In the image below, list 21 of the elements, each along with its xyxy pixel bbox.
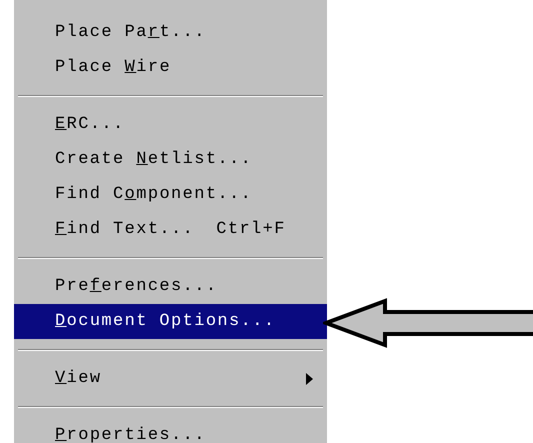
menu-item[interactable]: Place Wire <box>14 50 327 85</box>
shortcut-label: Ctrl+F <box>216 220 286 239</box>
menu-item-label: Place Pa r t... <box>55 23 206 42</box>
menu-item-label: Create N etlist... <box>55 150 252 169</box>
menu-item[interactable]: View <box>14 361 327 396</box>
menu-item-label: E RC... <box>55 115 125 134</box>
menu-item[interactable]: F ind Text... Ctrl+F <box>14 212 327 247</box>
menu-item-label: Document Options... <box>55 312 276 331</box>
menu-item[interactable]: Find Component... <box>14 177 327 212</box>
menu-item-label: F ind Text... <box>55 220 194 239</box>
menu-item[interactable]: Pre f erences... <box>14 269 327 304</box>
menu-item-label: Place Wire <box>55 58 172 77</box>
menu-item-label: P roperties... <box>55 426 206 443</box>
menu-item[interactable]: Place Pa r t... <box>14 15 327 50</box>
menu-item[interactable]: E RC... <box>14 107 327 142</box>
menu-item-label: Find Component... <box>55 185 252 204</box>
menu-item[interactable]: Document Options... <box>14 304 327 339</box>
menu-item-label: View <box>55 369 102 388</box>
menu-item[interactable]: Create N etlist... <box>14 142 327 177</box>
menu-item[interactable]: P roperties... <box>14 418 327 443</box>
menu-item-label: Pre f erences... <box>55 277 218 296</box>
